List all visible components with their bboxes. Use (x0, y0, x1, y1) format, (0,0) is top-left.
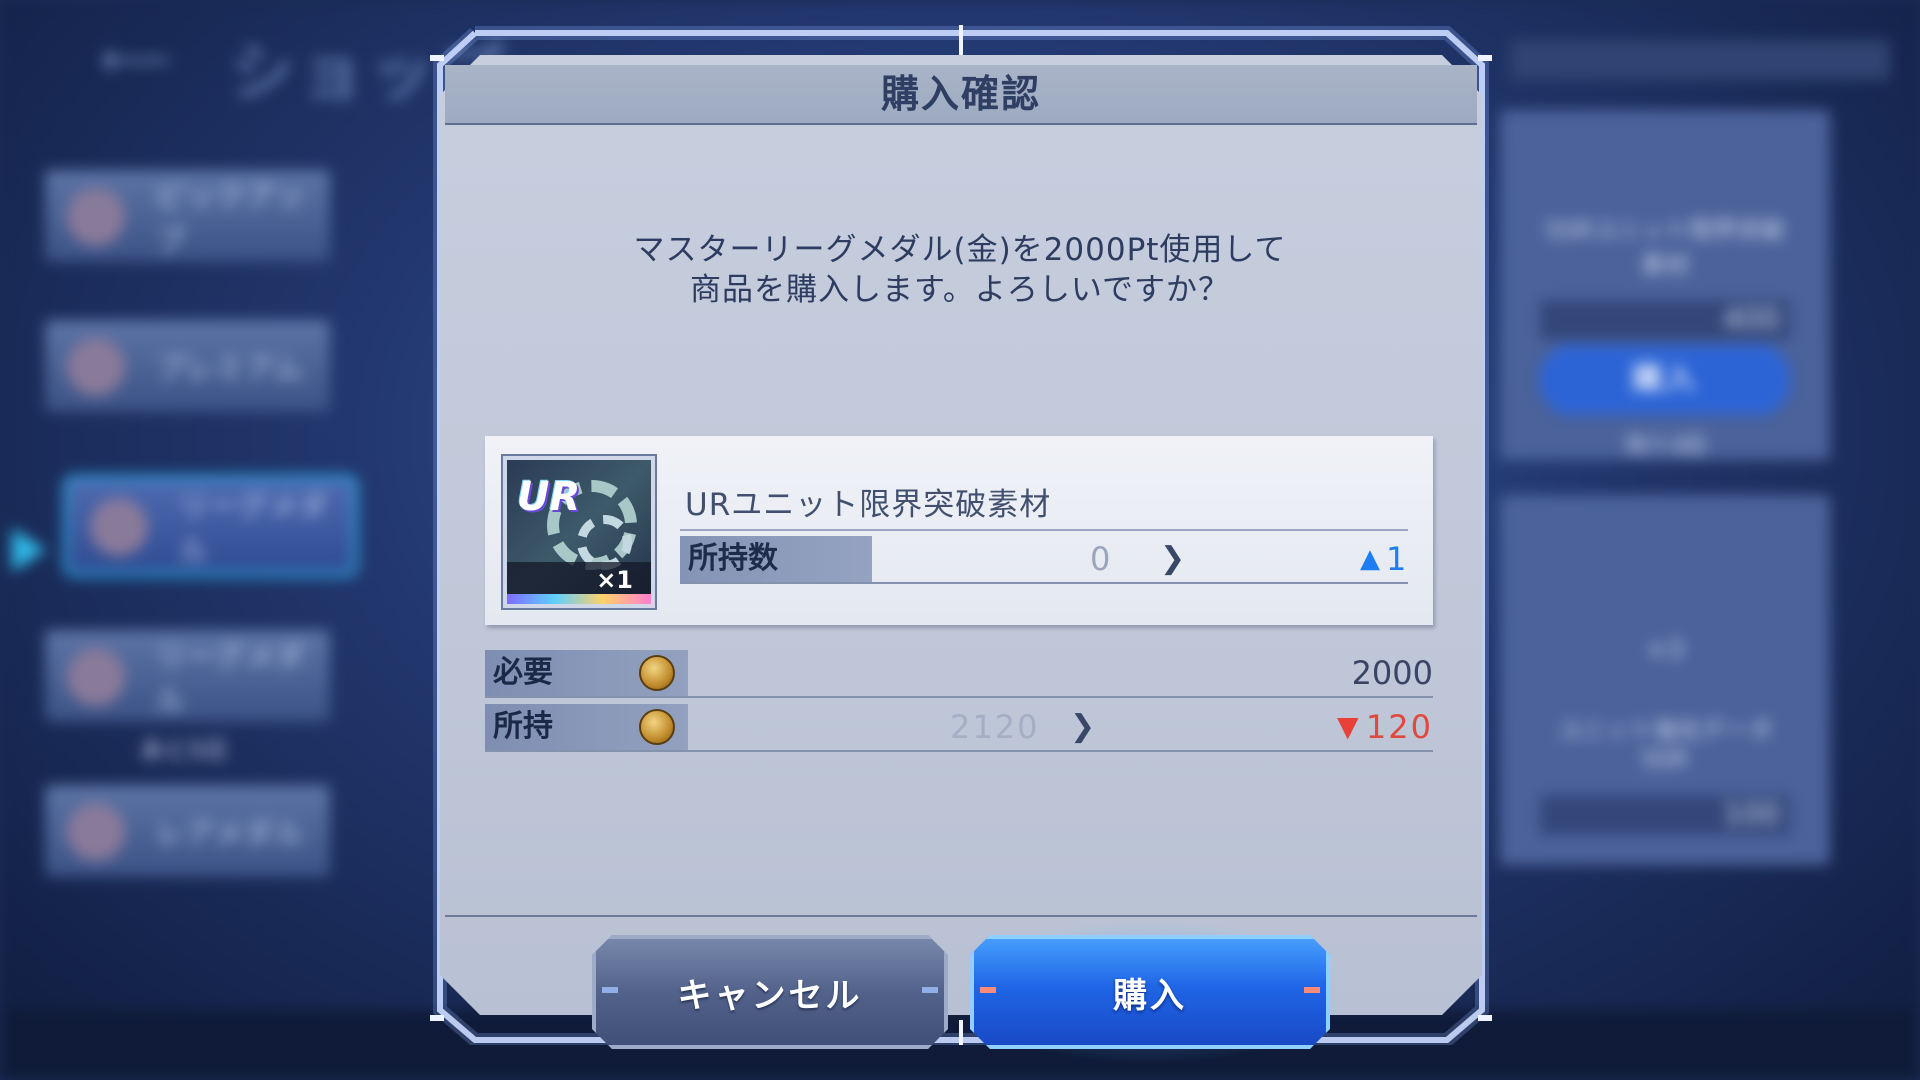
owned-count-after: 1 (1386, 540, 1407, 578)
button-marker (922, 987, 938, 993)
currency-display (1510, 40, 1890, 80)
shop-item-remaining: 残り3回 (1625, 434, 1705, 459)
ur-unit-limit-break-material-icon: UR ×1 (503, 456, 655, 608)
owned-currency-before: 2120 (950, 708, 1040, 746)
tab-icon (67, 188, 125, 246)
shop-tab-pickup: ピックアップ (45, 170, 330, 262)
chevron-right-icon: ❯ (1070, 709, 1096, 744)
shop-item-card: SSRユニット限界突破素材 400 購入 残り3回 (1500, 110, 1830, 460)
rarity-badge: UR (517, 474, 581, 520)
confirm-message-line-2: 商品を購入します。よろしいですか？ (690, 272, 1230, 308)
owned-count-label: 所持数 (680, 536, 872, 582)
chevron-right-icon: ❯ (1160, 541, 1186, 576)
shop-item-price: 400 (1540, 300, 1790, 340)
tab-label: リーグメダル (155, 640, 305, 719)
owned-currency-after: 120 (1365, 708, 1433, 746)
back-arrow-icon: ⟵ (100, 30, 172, 88)
divider (485, 696, 1433, 698)
shop-tab-rare-medal: レアメダル (45, 785, 330, 877)
shop-item-price: 100 (1540, 795, 1790, 835)
shop-tab-premium: プレミアム (45, 320, 330, 412)
shop-tab-league-medal: リーグメダル (68, 480, 353, 572)
master-league-medal-icon (639, 709, 675, 745)
tab-icon (90, 498, 148, 556)
item-card: UR ×1 URユニット限界突破素材 所持数 0 ❯ ▲ 1 (485, 436, 1433, 625)
divider (680, 582, 1408, 584)
tab-icon (67, 648, 125, 706)
shop-item-name: ユニット強化データSSR (1557, 716, 1773, 773)
tab-label: リーグメダル (178, 490, 328, 569)
shop-tab-league-medal-2: リーグメダル (45, 630, 330, 722)
buy-button[interactable]: 購入 (970, 935, 1330, 1049)
item-name: URユニット限界突破素材 (685, 487, 1052, 523)
tab-label: レアメダル (155, 817, 304, 852)
tab-icon (67, 803, 125, 861)
button-marker (1304, 987, 1320, 993)
confirm-message: マスターリーグメダル(金)を2000Pt使用して 商品を購入します。よろしいです… (510, 230, 1410, 310)
up-arrow-icon: ▲ (1360, 544, 1380, 574)
required-value: 2000 (1351, 654, 1433, 692)
shop-item-name: SSRユニット限界突破素材 (1545, 216, 1785, 279)
button-marker (980, 987, 996, 993)
divider (445, 915, 1477, 917)
divider (680, 529, 1408, 531)
tab-remaining-days: あと5日 (140, 736, 228, 764)
down-arrow-icon: ▼ (1337, 710, 1359, 743)
tab-label: ピックアップ (155, 180, 305, 259)
owned-count-row: 所持数 0 ❯ ▲ 1 (680, 536, 1408, 584)
cancel-button[interactable]: キャンセル (592, 935, 948, 1049)
buy-button-label: 購入 (1113, 975, 1187, 1016)
cancel-button-label: キャンセル (677, 975, 863, 1016)
shop-item-card-2: ×3 ユニット強化データSSR 100 (1500, 495, 1830, 865)
tab-label: プレミアム (155, 352, 303, 387)
rarity-bar (507, 594, 651, 604)
purchase-confirm-dialog: 購入確認 マスターリーグメダル(金)を2000Pt使用して 商品を購入します。よ… (430, 25, 1492, 1065)
required-cost-row: 必要 2000 (485, 650, 1433, 698)
item-quantity: ×1 (596, 566, 633, 594)
master-league-medal-icon (639, 655, 675, 691)
owned-count-before: 0 (1090, 540, 1111, 578)
shop-item-buy-button: 購入 (1540, 345, 1790, 415)
shop-item-qty: ×3 (1645, 635, 1685, 665)
confirm-message-line-1: マスターリーグメダル(金)を2000Pt使用して (633, 232, 1287, 268)
owned-currency-row: 所持 2120 ❯ ▼ 120 (485, 704, 1433, 752)
dialog-title: 購入確認 (880, 72, 1041, 116)
divider (485, 750, 1433, 752)
selected-tab-arrow-icon (12, 528, 46, 572)
tab-icon (67, 338, 125, 396)
button-marker (602, 987, 618, 993)
